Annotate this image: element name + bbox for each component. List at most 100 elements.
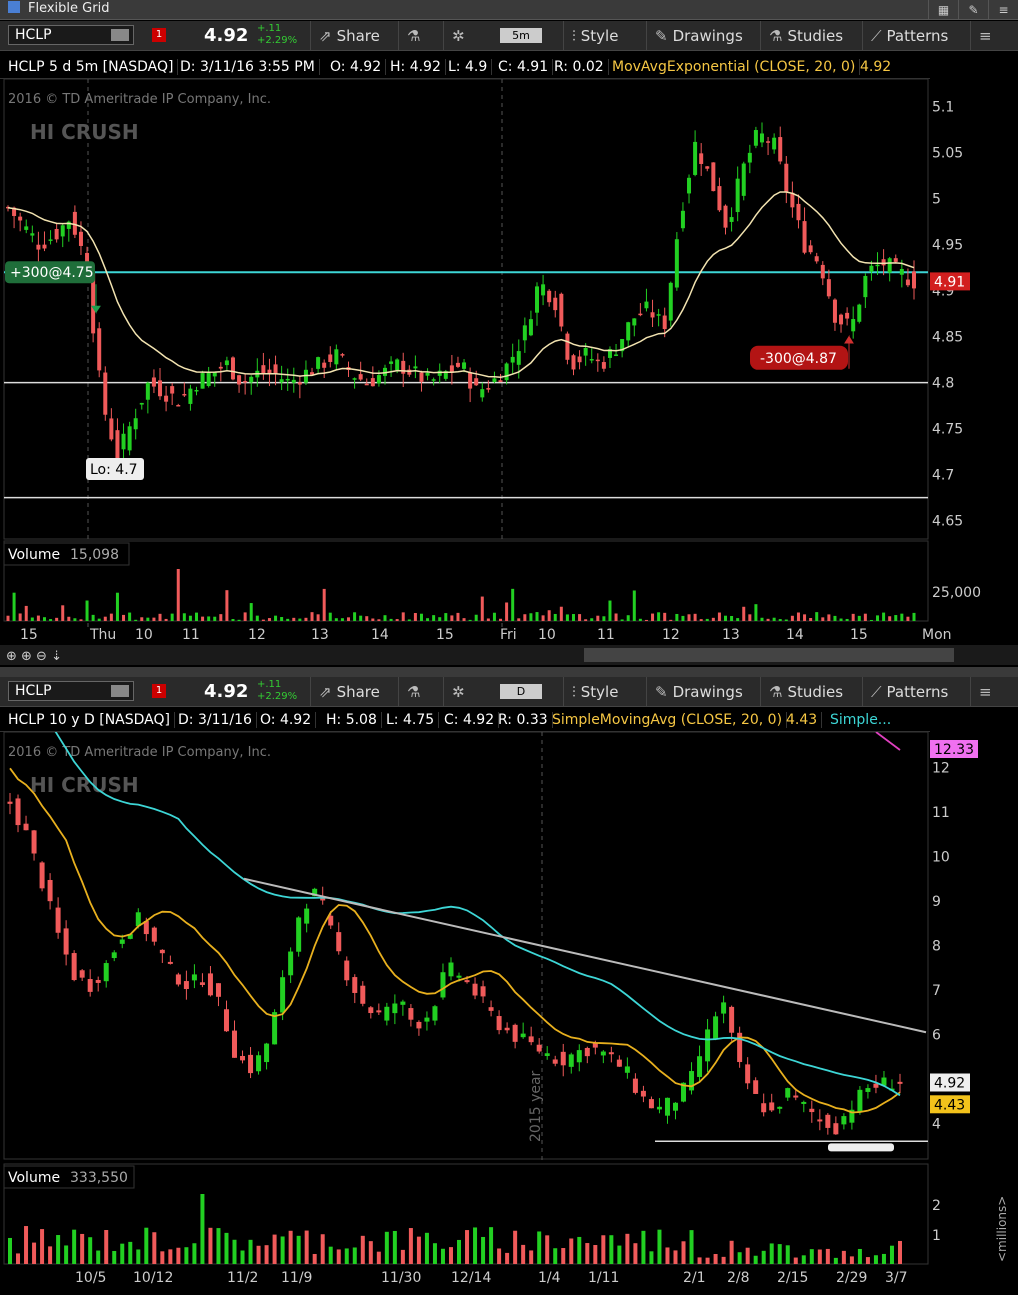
candle-body — [839, 314, 844, 325]
volume-bar — [521, 1244, 526, 1264]
patterns-button[interactable]: ⟋ Patterns — [862, 677, 966, 707]
y-tick-label: 5 — [932, 192, 941, 208]
volume-bar — [49, 619, 53, 621]
volume-bar — [649, 1251, 654, 1264]
candle-body — [376, 1010, 382, 1013]
volume-bar — [480, 596, 484, 621]
candle-body — [431, 379, 436, 381]
settings-button[interactable]: ✲ — [443, 21, 488, 51]
alert-badge[interactable]: 1 — [152, 28, 166, 42]
chevron-down-icon[interactable] — [111, 29, 129, 41]
candle-body — [547, 290, 552, 303]
symbol-input[interactable]: HCLP — [8, 681, 134, 701]
pin-icon[interactable]: ✎ — [958, 0, 988, 20]
top-study-name[interactable]: MovAvgExponential (CLOSE, 20, 0) — [608, 59, 861, 75]
last-price: 4.92 — [204, 681, 249, 702]
volume-bar — [160, 1251, 165, 1264]
studies-button[interactable]: ⚗ Studies — [760, 21, 860, 51]
candle-body — [464, 980, 470, 983]
menu-icon[interactable]: ≡ — [988, 0, 1018, 20]
share-button[interactable]: ⇗ Share — [310, 21, 398, 51]
candle-body — [689, 1071, 695, 1091]
volume-bar — [632, 590, 636, 621]
candle-body — [522, 325, 527, 341]
candle-body — [340, 354, 345, 356]
layout-icon[interactable]: ▦ — [928, 0, 958, 20]
volume-bar — [559, 606, 563, 621]
flask-icon: ⚗ — [407, 27, 421, 45]
volume-bar — [742, 606, 746, 621]
style-label: Style — [580, 27, 619, 45]
candle-body — [857, 304, 862, 322]
volume-bar — [216, 1228, 221, 1264]
candle-body — [368, 1007, 374, 1014]
drawings-button[interactable]: ✎ Drawings — [646, 677, 756, 707]
volume-bar — [225, 590, 229, 621]
chevron-down-icon[interactable] — [111, 685, 129, 697]
volume-bar — [360, 1235, 365, 1264]
menu-button[interactable]: ≡ — [970, 21, 1018, 51]
patterns-button[interactable]: ⟋ Patterns — [862, 21, 966, 51]
top-study-value: 4.92 — [860, 59, 892, 75]
candle-body — [668, 282, 673, 321]
volume-bar — [457, 1239, 462, 1264]
candle-body — [72, 211, 77, 235]
studies-label: Studies — [787, 27, 844, 45]
y-tick-label: 4.65 — [932, 514, 963, 530]
volume-bar — [584, 619, 588, 621]
volume-bar — [489, 1227, 494, 1264]
volume-bar — [889, 1245, 894, 1264]
volume-bar — [638, 618, 642, 621]
window-titlebar: Flexible Grid ▦ ✎ ≡ — [0, 0, 1018, 20]
volume-bar — [264, 1245, 269, 1264]
window-title-text: Flexible Grid — [28, 1, 110, 16]
symbol-input[interactable]: HCLP — [8, 25, 134, 45]
style-button[interactable]: ⫶ Style — [563, 21, 643, 51]
flask-button[interactable]: ⚗ — [398, 677, 443, 707]
change-pct: +2.29% — [257, 35, 298, 46]
flask-button[interactable]: ⚗ — [398, 21, 443, 51]
top-low: L: 4.9 — [444, 59, 493, 75]
settings-button[interactable]: ✲ — [443, 677, 488, 707]
candle-body — [304, 908, 310, 924]
volume-bar — [745, 1247, 750, 1264]
volume-bar — [535, 612, 539, 621]
candle-body — [745, 1064, 751, 1084]
x-axis-label: 10 — [538, 627, 556, 643]
bottom-price-chart[interactable]: 2016 © TD Ameritrade IP Company, Inc. HI … — [0, 732, 1018, 1295]
bottom-study-name[interactable]: SimpleMovingAvg (CLOSE, 20, 0) — [548, 712, 788, 728]
volume-bar — [407, 619, 411, 621]
volume-bar — [753, 1255, 758, 1264]
volume-bar — [296, 1235, 301, 1264]
timeframe-selector[interactable]: D — [500, 684, 542, 699]
panel-divider[interactable] — [0, 667, 1018, 677]
volume-bar — [608, 600, 612, 621]
candle-body — [626, 322, 631, 341]
grid-icon — [8, 1, 20, 13]
candle-body — [741, 163, 746, 196]
volume-bar — [440, 1248, 445, 1264]
x-axis-label: 12 — [248, 627, 266, 643]
candle-body — [39, 862, 45, 889]
alert-badge[interactable]: 1 — [152, 684, 166, 698]
share-button[interactable]: ⇗ Share — [310, 677, 398, 707]
volume-bar — [310, 612, 314, 621]
volume-bar — [80, 1233, 85, 1264]
volume-bar — [876, 615, 880, 621]
volume-bar — [312, 1253, 317, 1264]
badge-top: 12.33 — [934, 742, 974, 758]
menu-button[interactable]: ≡ — [970, 677, 1018, 707]
drawings-button[interactable]: ✎ Drawings — [646, 21, 756, 51]
candle-body — [328, 354, 333, 362]
bottom-study2-name[interactable]: Simple... — [826, 712, 895, 728]
style-button[interactable]: ⫶ Style — [563, 677, 643, 707]
candle-body — [577, 356, 582, 363]
volume-bar — [777, 1244, 782, 1264]
volume-bar — [359, 615, 363, 621]
timeframe-selector[interactable]: 5m — [500, 28, 542, 43]
candle-body — [145, 382, 150, 400]
x-axis-label: 15 — [436, 627, 454, 643]
studies-button[interactable]: ⚗ Studies — [760, 677, 860, 707]
patterns-label: Patterns — [886, 27, 949, 45]
top-price-chart[interactable]: 2016 © TD Ameritrade IP Company, Inc. HI … — [0, 79, 1018, 667]
